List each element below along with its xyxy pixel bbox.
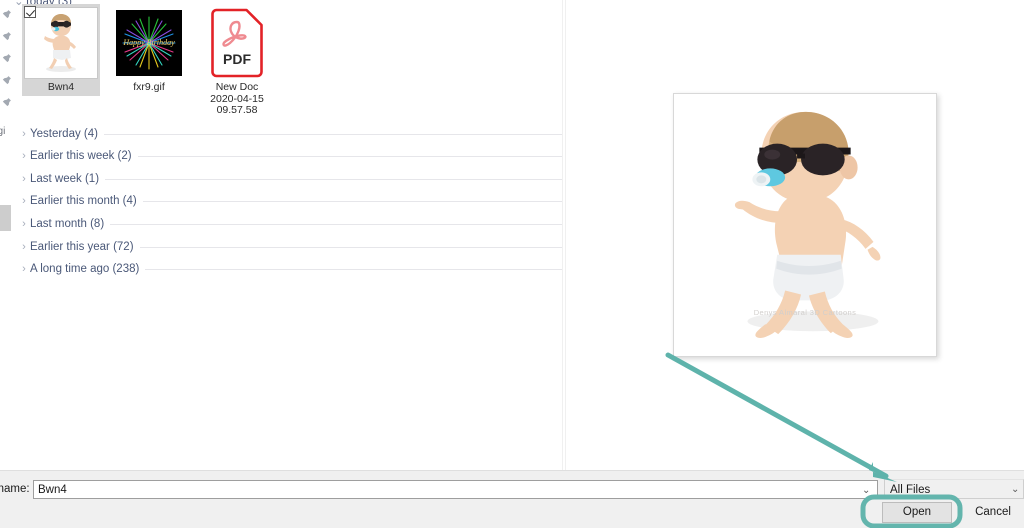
group-divider	[110, 224, 562, 225]
file-list-pane[interactable]: ⌄Today (3)	[14, 0, 562, 470]
group-header-earlier-this-month[interactable]: › Earlier this month (4)	[18, 190, 562, 212]
group-divider	[139, 247, 562, 248]
group-header-earlier-this-week[interactable]: › Earlier this week (2)	[18, 145, 562, 167]
group-divider	[137, 156, 562, 157]
file-tile-label: Bwn4	[47, 81, 75, 93]
chevron-right-icon: ›	[22, 149, 26, 162]
file-open-dialog: egi ⌄Today (3)	[0, 0, 1024, 528]
group-header-last-month[interactable]: › Last month (8)	[18, 213, 562, 235]
svg-text:Happy Birthday: Happy Birthday	[122, 38, 175, 47]
group-header-yesterday[interactable]: › Yesterday (4)	[18, 123, 562, 145]
navigation-scrollbar-thumb[interactable]	[0, 205, 11, 231]
pin-icon	[1, 53, 12, 64]
file-checkbox[interactable]	[24, 6, 36, 18]
group-header-label: Yesterday (4)	[30, 128, 98, 140]
cancel-button[interactable]: Cancel	[958, 502, 1024, 523]
chevron-down-icon[interactable]: ⌄	[862, 485, 870, 496]
svg-text:PDF: PDF	[223, 51, 251, 67]
filename-input[interactable]	[33, 480, 878, 499]
group-header-label: Last week (1)	[30, 173, 100, 185]
chevron-right-icon: ›	[22, 240, 26, 253]
file-tile-new-doc[interactable]: PDF New Doc 2020-04-15 09.57.58	[198, 4, 276, 117]
chevron-right-icon: ›	[22, 262, 26, 275]
group-divider	[105, 179, 562, 180]
group-divider	[103, 134, 562, 135]
chevron-right-icon: ›	[22, 217, 26, 230]
chevron-right-icon: ›	[22, 127, 26, 140]
pdf-icon: PDF	[211, 8, 263, 78]
group-header-last-week[interactable]: › Last week (1)	[18, 168, 562, 190]
nav-item-label-clipped[interactable]: egi	[0, 126, 5, 137]
dialog-footer	[0, 470, 1024, 528]
group-header-a-long-time-ago[interactable]: › A long time ago (238)	[18, 258, 562, 280]
baby-thumbnail-icon	[44, 14, 76, 72]
preview-pane: Denys Almaral 3D Cartoons	[566, 0, 1024, 470]
chevron-down-icon[interactable]: ⌄	[1011, 484, 1019, 495]
thumbnail: Happy Birthday	[112, 7, 186, 79]
filename-label: e name:	[0, 483, 30, 495]
preview-watermark: Denys Almaral 3D Cartoons	[753, 308, 857, 317]
file-tile-label: fxr9.gif	[133, 81, 165, 93]
chevron-right-icon: ›	[22, 172, 26, 185]
firework-thumbnail-icon: Happy Birthday	[116, 10, 182, 76]
group-header-label: Last month (8)	[30, 218, 105, 230]
open-button[interactable]: Open	[882, 502, 952, 523]
group-header-earlier-this-year[interactable]: › Earlier this year (72)	[18, 236, 562, 258]
file-tile-fxr9[interactable]: Happy Birthday fxr9.gif	[110, 4, 188, 94]
file-tile-bwn4[interactable]: Bwn4	[22, 4, 100, 96]
group-header-label: Earlier this year (72)	[30, 241, 134, 253]
thumbnail: PDF	[200, 7, 274, 79]
chevron-right-icon: ›	[22, 194, 26, 207]
pin-icon	[1, 31, 12, 42]
group-header-label: Earlier this week (2)	[30, 150, 132, 162]
navigation-pane[interactable]: egi	[0, 0, 14, 470]
group-divider	[142, 201, 562, 202]
file-tile-label: New Doc 2020-04-15 09.57.58	[210, 81, 264, 116]
pin-icon	[1, 75, 12, 86]
filetype-dropdown[interactable]: All Files	[884, 479, 1024, 499]
filetype-value: All Files	[890, 484, 931, 496]
file-tiles: Bwn4 Happy Birthday fxr9.gif PDF New Doc…	[22, 4, 286, 122]
preview-image: Denys Almaral 3D Cartoons	[673, 93, 937, 357]
pin-icon	[1, 97, 12, 108]
group-header-label: A long time ago (238)	[30, 263, 140, 275]
group-divider	[145, 269, 562, 270]
group-header-label: Earlier this month (4)	[30, 195, 137, 207]
pin-icon	[1, 9, 12, 20]
